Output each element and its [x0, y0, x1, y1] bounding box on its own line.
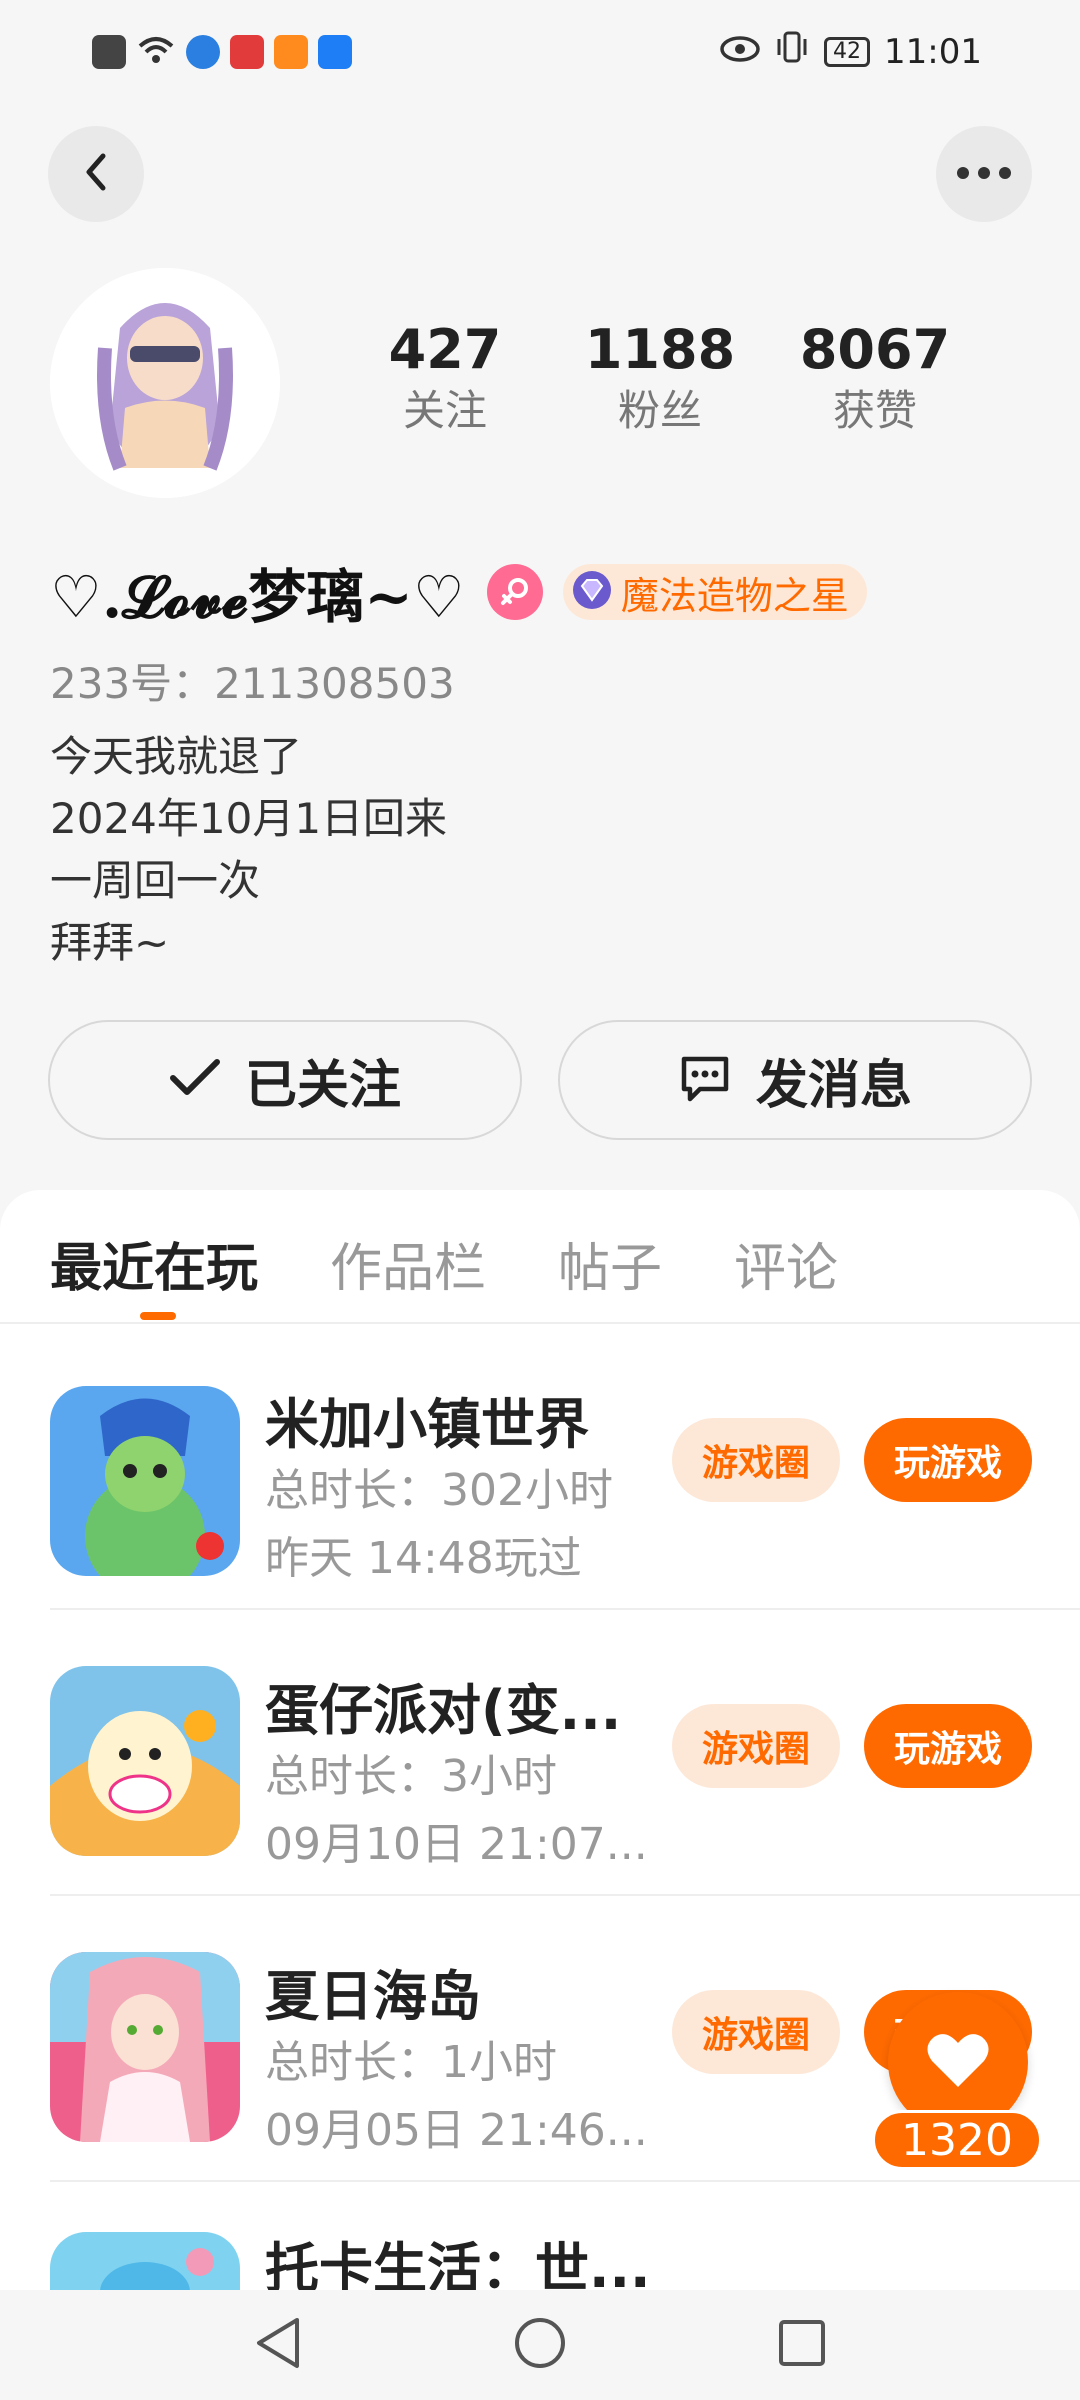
- game-circle-button[interactable]: 游戏圈: [672, 1990, 840, 2074]
- floating-like-button[interactable]: 1320: [872, 1992, 1042, 2172]
- followed-button[interactable]: 已关注: [48, 1020, 522, 1140]
- back-button[interactable]: [48, 126, 144, 222]
- game-item[interactable]: 米加小镇世界 总时长：302小时 昨天 14:48玩过 游戏圈 玩游戏: [0, 1324, 1080, 1610]
- game-icon-summer-island: [50, 1952, 240, 2142]
- more-dots-icon: [956, 165, 1012, 184]
- message-button[interactable]: 发消息: [558, 1020, 1032, 1140]
- fans-label: 粉丝: [617, 386, 702, 435]
- game-item[interactable]: 托卡生活：世...: [0, 2182, 1080, 2290]
- alert-icon: [92, 35, 126, 69]
- fans-stat[interactable]: 1188 粉丝: [575, 318, 745, 440]
- game-circle-button[interactable]: 游戏圈: [672, 1418, 840, 1502]
- game-duration: 总时长：302小时: [265, 1465, 613, 1516]
- wifi-icon: [136, 34, 176, 70]
- bio-line: 2024年10月1日回来: [50, 794, 448, 843]
- fans-count: 1188: [584, 318, 736, 381]
- game-last-played: 09月10日 21:07...: [265, 1819, 648, 1870]
- tab-posts[interactable]: 帖子: [558, 1226, 662, 1301]
- bulb-app-icon: [318, 35, 352, 69]
- chat-bubble-icon: [678, 1053, 732, 1107]
- tab-comments[interactable]: 评论: [734, 1226, 838, 1301]
- clock: 11:01: [884, 31, 982, 72]
- name-row: ♡.𝓛𝓸𝓿𝓮梦璃~♡ 魔法造物之星: [50, 550, 867, 634]
- nav-home-button[interactable]: [513, 2316, 567, 2374]
- vibrate-icon: [774, 30, 810, 73]
- game-icon-toca-life: [50, 2232, 240, 2290]
- like-count: 1320: [872, 2110, 1042, 2170]
- reader-app-icon: [230, 35, 264, 69]
- status-bar: 42 11:01: [0, 0, 1080, 110]
- medal-badge[interactable]: 魔法造物之星: [562, 564, 867, 620]
- check-icon: [169, 1058, 221, 1102]
- system-nav-bar: [0, 2290, 1080, 2400]
- tab-bar: 最近在玩 作品栏 帖子 评论: [50, 1226, 838, 1301]
- bio-line: 今天我就退了: [50, 732, 303, 781]
- video-app-icon: [274, 35, 308, 69]
- user-id: 233号：211308503: [50, 659, 455, 708]
- chevron-left-icon: [81, 150, 111, 198]
- medal-label: 魔法造物之星: [620, 573, 849, 618]
- game-name: 米加小镇世界: [265, 1393, 589, 1456]
- game-duration: 总时长：1小时: [265, 2037, 557, 2088]
- tab-works[interactable]: 作品栏: [330, 1226, 486, 1301]
- bio-line: 拜拜~: [50, 918, 170, 967]
- following-stat[interactable]: 427 关注: [360, 318, 530, 440]
- username: ♡.𝓛𝓸𝓿𝓮梦璃~♡: [50, 563, 465, 631]
- more-button[interactable]: [936, 126, 1032, 222]
- nav-recents-button[interactable]: [777, 2318, 827, 2372]
- likes-stat: 8067 获赞: [790, 318, 960, 440]
- nav-back-button[interactable]: [253, 2316, 303, 2374]
- female-icon: [486, 564, 543, 620]
- game-icon-miga: [50, 1386, 240, 1576]
- likes-label: 获赞: [832, 386, 917, 435]
- game-duration: 总时长：3小时: [265, 1751, 557, 1802]
- game-name: 夏日海岛: [265, 1965, 481, 2028]
- battery-indicator: 42: [824, 36, 871, 67]
- tab-recently-played[interactable]: 最近在玩: [50, 1226, 258, 1301]
- following-count: 427: [388, 318, 502, 381]
- avatar[interactable]: [50, 268, 280, 498]
- bio: 今天我就退了 2024年10月1日回来 一周回一次 拜拜~: [50, 726, 447, 974]
- heart-icon: [926, 2031, 990, 2093]
- followed-label: 已关注: [244, 1055, 401, 1116]
- game-last-played: 昨天 14:48玩过: [265, 1533, 582, 1584]
- system-status: 42 11:01: [720, 30, 982, 73]
- notification-icons: [92, 34, 352, 70]
- tab-active-indicator: [140, 1312, 176, 1320]
- message-label: 发消息: [755, 1055, 912, 1116]
- following-label: 关注: [402, 386, 487, 435]
- play-game-button[interactable]: 玩游戏: [864, 1418, 1032, 1502]
- eye-icon: [720, 32, 760, 72]
- game-item[interactable]: 蛋仔派对(变... 总时长：3小时 09月10日 21:07... 游戏圈 玩游…: [0, 1610, 1080, 1896]
- game-name: 蛋仔派对(变...: [265, 1679, 622, 1742]
- browser-app-icon: [186, 35, 220, 69]
- game-last-played: 09月05日 21:46...: [265, 2105, 648, 2156]
- diamond-icon: [571, 569, 613, 615]
- game-name: 托卡生活：世...: [265, 2237, 651, 2290]
- profile-stats: 427 关注 1188 粉丝 8067 获赞: [360, 318, 960, 440]
- bio-line: 一周回一次: [50, 856, 261, 905]
- game-circle-button[interactable]: 游戏圈: [672, 1704, 840, 1788]
- game-icon-eggy-party: [50, 1666, 240, 1856]
- likes-count: 8067: [799, 318, 951, 381]
- play-game-button[interactable]: 玩游戏: [864, 1704, 1032, 1788]
